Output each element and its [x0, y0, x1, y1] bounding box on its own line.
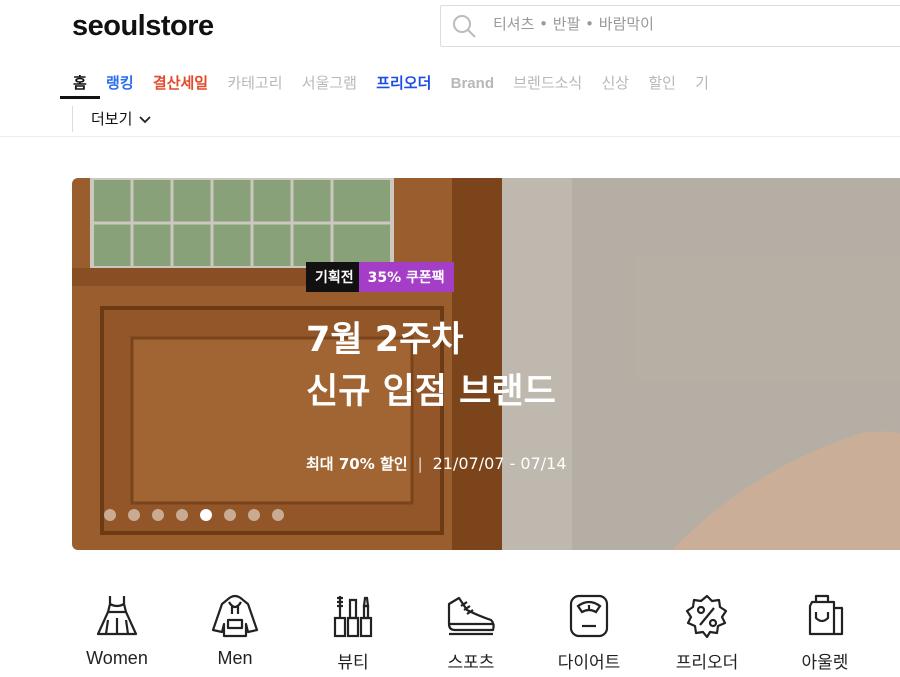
scale-icon: [569, 594, 609, 638]
category-women[interactable]: Women: [72, 592, 162, 669]
active-tab-indicator: [60, 96, 100, 99]
category-label: 스포츠: [447, 653, 495, 673]
cosmetics-icon: [333, 596, 373, 638]
banner-separator: |: [417, 455, 423, 473]
nav-item-discount[interactable]: 할인: [648, 72, 676, 93]
banner-date: 21/07/07 - 07/14: [432, 454, 567, 473]
nav-item-category[interactable]: 카테고리: [227, 72, 282, 93]
banner-title-line2: 신규 입점 브랜드: [306, 372, 556, 412]
banner-subtitle: 최대 70% 할인 | 21/07/07 - 07/14: [306, 453, 567, 474]
category-label: Women: [86, 648, 148, 668]
carousel-dot[interactable]: [104, 509, 116, 521]
category-diet[interactable]: 다이어트: [544, 592, 634, 673]
category-outlet[interactable]: 아울렛: [780, 592, 870, 673]
nav-item-brand[interactable]: Brand: [451, 75, 494, 92]
carousel-dot[interactable]: [200, 509, 212, 521]
carousel-dot[interactable]: [248, 509, 260, 521]
carousel-dots: [104, 506, 296, 525]
banner-title-line1: 7월 2주차: [306, 320, 464, 360]
carousel-dot[interactable]: [224, 509, 236, 521]
tag-coupon: 35% 쿠폰팩: [358, 262, 454, 292]
sneaker-icon: [447, 596, 495, 636]
chevron-down-icon: [138, 107, 152, 133]
category-label: Men: [217, 648, 253, 668]
nav-item-new[interactable]: 신상: [601, 72, 629, 93]
category-label: 프리오더: [675, 653, 739, 673]
carousel-dot[interactable]: [272, 509, 284, 521]
nav-item-ranking[interactable]: 랭킹: [106, 72, 134, 93]
hoodie-icon: [211, 594, 259, 638]
hero-banner[interactable]: 기획전 35% 쿠폰팩 7월 2주차 신규 입점 브랜드 최대 70% 할인 | 21…: [72, 178, 900, 550]
category-preorder[interactable]: 프리오더: [662, 592, 752, 673]
category-beauty[interactable]: 뷰티: [308, 592, 398, 673]
search-bar[interactable]: [440, 5, 900, 47]
category-label: 아울렛: [801, 653, 849, 673]
carousel-dot[interactable]: [152, 509, 164, 521]
category-label: 뷰티: [337, 653, 369, 673]
nav-item-brand-news[interactable]: 브렌드소식: [513, 72, 582, 93]
category-sports[interactable]: 스포츠: [426, 592, 516, 673]
nav-item-home[interactable]: 홈: [73, 72, 87, 93]
category-label: 다이어트: [557, 653, 621, 673]
nav-item-seoulgram[interactable]: 서울그램: [302, 72, 357, 93]
carousel-dot[interactable]: [128, 509, 140, 521]
nav-item-sale[interactable]: 결산세일: [153, 72, 208, 93]
more-label: 더보기: [91, 110, 133, 128]
more-dropdown[interactable]: 더보기: [72, 106, 152, 132]
dress-icon: [96, 596, 138, 636]
carousel-dot[interactable]: [176, 509, 188, 521]
nav-item-preorder[interactable]: 프리오더: [376, 72, 431, 93]
nav-item-more-cut[interactable]: 기: [695, 72, 709, 93]
percent-badge-icon: [685, 594, 728, 639]
search-input[interactable]: [491, 14, 875, 34]
header-divider: [0, 136, 900, 137]
banner-discount: 최대 70% 할인: [306, 455, 408, 473]
logo[interactable]: seoulstore: [72, 10, 214, 43]
category-men[interactable]: Men: [190, 592, 280, 669]
main-nav: 홈 랭킹 결산세일 카테고리 서울그램 프리오더 Brand 브렌드소식 신상 …: [73, 72, 723, 93]
tag-event: 기획전: [306, 262, 363, 292]
search-icon[interactable]: [451, 13, 477, 43]
shopping-bag-icon: [808, 594, 844, 636]
banner-tags: 기획전 35% 쿠폰팩: [306, 262, 454, 292]
